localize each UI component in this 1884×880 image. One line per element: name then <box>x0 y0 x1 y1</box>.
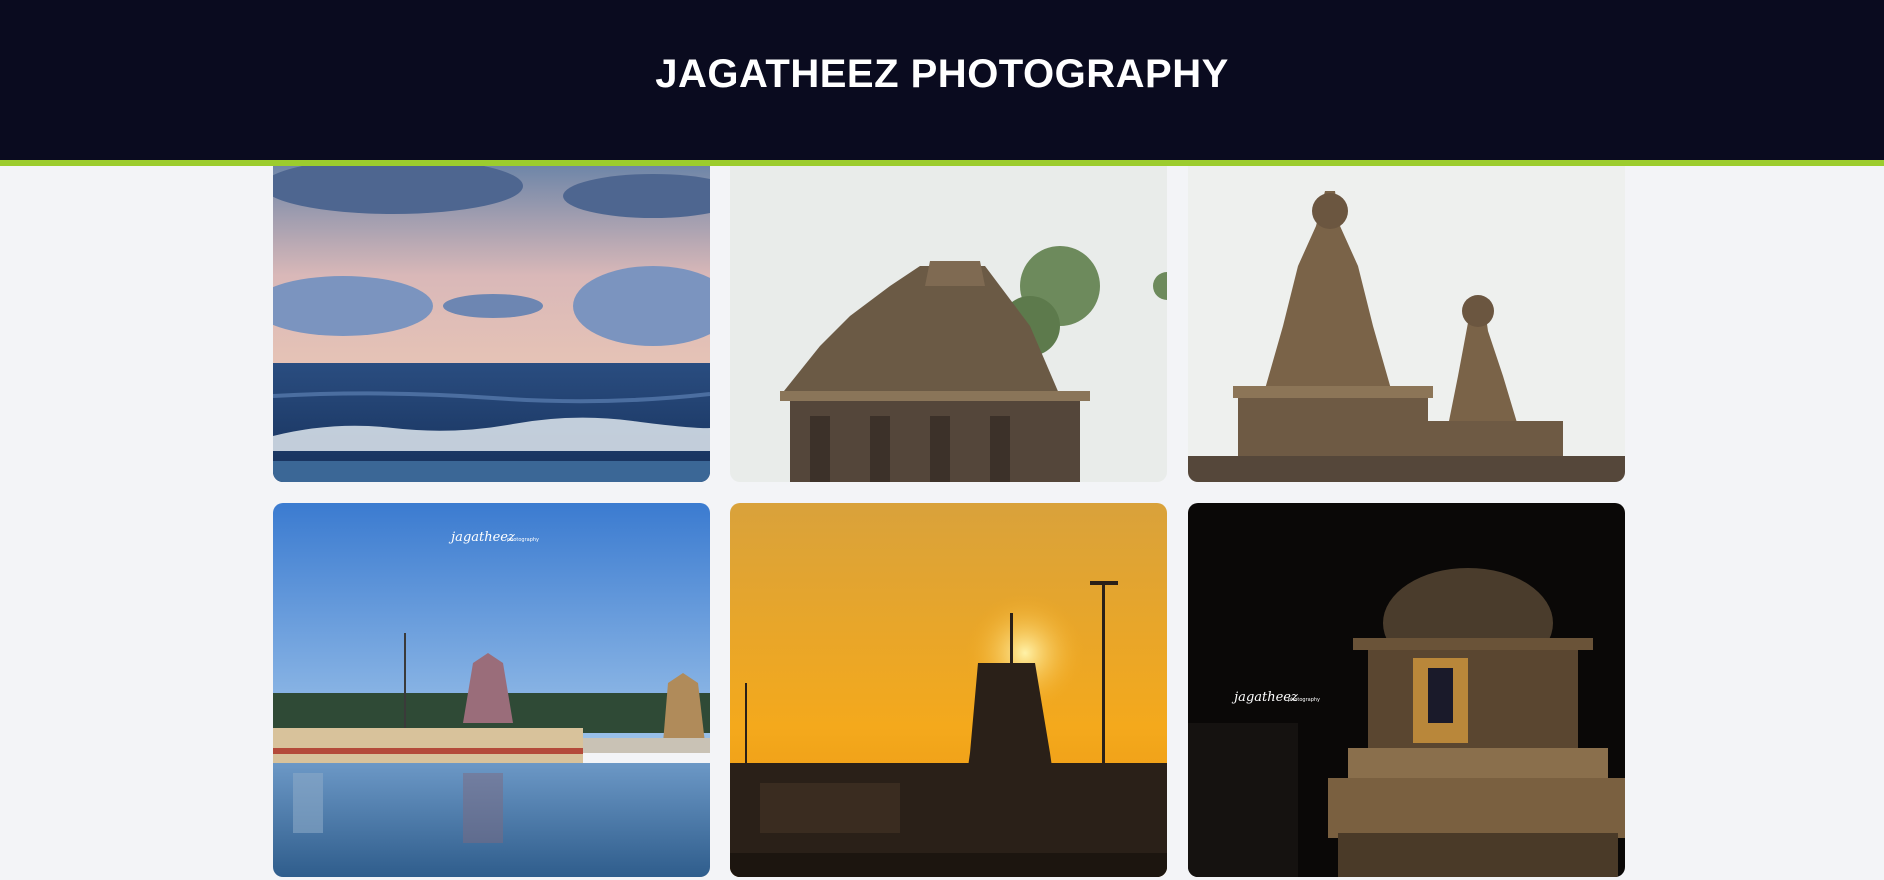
gallery-photo-shore-temple[interactable] <box>1188 166 1625 482</box>
svg-text:photography: photography <box>507 537 539 543</box>
gallery-photo-temple-tank[interactable]: jagatheez photography <box>273 503 710 877</box>
gallery-photo-seascape[interactable] <box>273 166 710 482</box>
svg-text:photography: photography <box>1288 697 1320 703</box>
temple-tank-image: jagatheez photography <box>273 503 710 877</box>
gallery-photo-rock-temple[interactable] <box>730 166 1167 482</box>
shore-temple-image <box>1188 166 1625 482</box>
gallery-photo-night-temple[interactable]: jagatheez photography <box>1188 503 1625 877</box>
svg-text:jagatheez: jagatheez <box>448 530 515 545</box>
sunset-gopuram-image <box>730 503 1167 877</box>
site-header: JAGATHEEZ PHOTOGRAPHY <box>0 0 1884 166</box>
rock-temple-image <box>730 166 1167 482</box>
site-title: JAGATHEEZ PHOTOGRAPHY <box>655 52 1229 96</box>
seascape-image <box>273 166 710 482</box>
night-temple-image: jagatheez photography <box>1188 503 1625 877</box>
gallery-photo-sunset-gopuram[interactable] <box>730 503 1167 877</box>
photo-gallery: jagatheez photography jagatheez photogra… <box>273 166 1626 880</box>
